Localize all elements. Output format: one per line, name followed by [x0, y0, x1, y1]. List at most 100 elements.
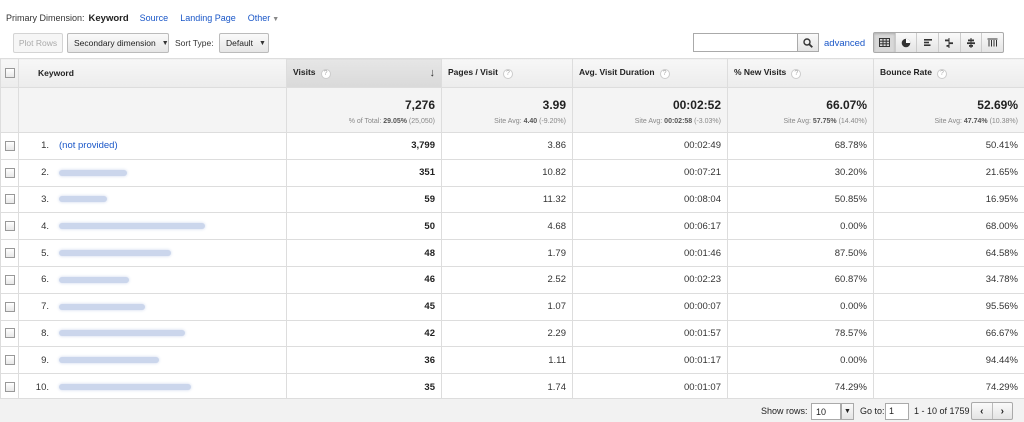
show-rows-select[interactable]: 10 — [811, 403, 841, 420]
totals-visits-value: 7,276 — [404, 97, 435, 112]
table-row: 6. 46 2.52 00:02:23 60.87% 34.78% — [0, 265, 1024, 294]
pages-visit-cell: 3.86 — [441, 132, 573, 160]
row-checkbox-cell[interactable] — [0, 158, 19, 187]
redacted-keyword[interactable] — [59, 357, 159, 364]
previous-page-icon[interactable]: ‹ — [972, 403, 993, 419]
row-index: 5. — [41, 247, 49, 259]
column-header-pages-visit[interactable]: Pages / Visit? — [441, 58, 573, 88]
bounce-rate-cell: 50.41% — [873, 132, 1024, 160]
keyword-cell: 9. — [18, 346, 287, 375]
help-icon[interactable]: ? — [502, 69, 513, 79]
row-checkbox-cell[interactable] — [0, 132, 19, 160]
help-icon[interactable]: ? — [659, 69, 670, 79]
sort-type-dropdown[interactable]: Default ▼ — [219, 33, 269, 53]
redacted-keyword[interactable] — [59, 223, 205, 230]
avg-duration-cell: 00:01:07 — [572, 373, 728, 401]
table-row: 5. 48 1.79 00:01:46 87.50% 64.58% — [0, 239, 1024, 267]
redacted-keyword[interactable] — [59, 384, 191, 391]
next-page-icon[interactable]: › — [993, 403, 1013, 419]
row-checkbox[interactable] — [4, 167, 15, 178]
term-cloud-view-icon[interactable] — [961, 33, 983, 52]
redacted-keyword[interactable] — [59, 303, 145, 310]
row-checkbox[interactable] — [4, 382, 15, 393]
new-visits-cell: 68.78% — [727, 132, 874, 160]
bounce-rate-cell: 16.95% — [873, 185, 1024, 214]
new-visits-cell: 74.29% — [727, 373, 874, 401]
totals-pages-value: 3.99 — [542, 97, 566, 112]
pie-view-icon[interactable] — [896, 33, 918, 52]
column-header-bounce-rate[interactable]: Bounce Rate? — [873, 58, 1024, 88]
redacted-keyword[interactable] — [59, 276, 129, 283]
visits-cell: 59 — [286, 185, 442, 214]
search-icon — [803, 37, 813, 48]
row-checkbox-cell[interactable] — [0, 239, 19, 267]
performance-view-icon[interactable] — [917, 33, 940, 52]
row-checkbox-cell[interactable] — [0, 185, 19, 214]
keyword-cell: 3. — [18, 185, 287, 214]
dimension-source-link[interactable]: Source — [140, 13, 169, 23]
advanced-filter-link[interactable]: advanced — [824, 38, 865, 49]
row-checkbox-cell[interactable] — [0, 346, 19, 375]
column-header-visits[interactable]: Visits? ↓ — [286, 58, 442, 88]
totals-new-sub-bold: 57.75% — [812, 117, 837, 125]
redacted-keyword[interactable] — [59, 196, 107, 203]
pivot-view-icon[interactable] — [982, 33, 1003, 52]
select-all-checkbox[interactable] — [4, 68, 15, 79]
search-input[interactable] — [693, 33, 797, 52]
search-button[interactable] — [797, 33, 819, 52]
dimension-landing-page-link[interactable]: Landing Page — [180, 13, 236, 23]
totals-checkbox-cell — [0, 87, 19, 133]
row-checkbox-cell[interactable] — [0, 265, 19, 294]
row-index: 8. — [41, 327, 49, 339]
help-icon[interactable]: ? — [320, 69, 331, 79]
keyword-link[interactable]: (not provided) — [59, 140, 118, 151]
column-header-keyword[interactable]: Keyword — [18, 58, 287, 88]
dimension-other-label: Other — [247, 13, 271, 23]
secondary-dimension-dropdown[interactable]: Secondary dimension ▼ — [67, 33, 169, 53]
chevron-down-icon: ▼ — [272, 16, 280, 23]
column-visits-label: Visits — [293, 67, 316, 77]
row-checkbox-cell[interactable] — [0, 292, 19, 321]
row-checkbox-cell[interactable] — [0, 212, 19, 241]
table-view-icon[interactable] — [874, 33, 896, 52]
avg-duration-cell: 00:08:04 — [572, 185, 728, 214]
totals-bounce-value: 52.69% — [977, 97, 1018, 112]
sort-descending-icon: ↓ — [429, 67, 436, 79]
comparison-view-icon[interactable] — [939, 33, 961, 52]
row-checkbox[interactable] — [4, 140, 15, 151]
show-rows-dropdown-button[interactable]: ▼ — [841, 403, 854, 420]
column-header-avg-visit-duration[interactable]: Avg. Visit Duration? — [572, 58, 728, 88]
row-checkbox-cell[interactable] — [0, 373, 19, 401]
row-checkbox[interactable] — [4, 248, 15, 259]
row-checkbox[interactable] — [4, 274, 15, 285]
help-icon[interactable]: ? — [936, 69, 947, 79]
totals-pages-sub-pre: Site Avg: — [494, 117, 524, 125]
totals-bounce-sub-bold: 47.74% — [963, 117, 988, 125]
row-checkbox[interactable] — [4, 328, 15, 339]
bounce-rate-cell: 21.65% — [873, 158, 1024, 187]
totals-new-sub-post: (14.40%) — [836, 117, 867, 125]
redacted-keyword[interactable] — [59, 250, 171, 257]
dimension-other-dropdown[interactable]: Other ▼ — [248, 13, 279, 23]
row-checkbox-cell[interactable] — [0, 319, 19, 348]
row-checkbox[interactable] — [4, 355, 15, 366]
table-row: 4. 50 4.68 00:06:17 0.00% 68.00% — [0, 212, 1024, 241]
redacted-keyword[interactable] — [59, 330, 185, 337]
row-checkbox[interactable] — [4, 194, 15, 205]
help-icon[interactable]: ? — [791, 69, 802, 79]
redacted-keyword[interactable] — [59, 169, 127, 176]
row-checkbox[interactable] — [4, 301, 15, 312]
visits-cell: 42 — [286, 319, 442, 348]
goto-input[interactable]: 1 — [885, 403, 909, 420]
show-rows-label: Show rows: — [761, 406, 808, 416]
visits-cell: 351 — [286, 158, 442, 187]
column-header-new-visits[interactable]: % New Visits? — [727, 58, 874, 88]
primary-dimension-label: Primary Dimension: — [6, 13, 85, 23]
select-all-checkbox-cell[interactable] — [0, 58, 19, 88]
row-index: 2. — [41, 167, 49, 179]
bounce-rate-cell: 95.56% — [873, 292, 1024, 321]
row-checkbox[interactable] — [4, 221, 15, 232]
plot-rows-button[interactable]: Plot Rows — [13, 33, 63, 53]
visits-cell: 3,799 — [286, 132, 442, 160]
totals-visits-sub: % of Total: 29.05% (25,050) — [293, 118, 435, 125]
